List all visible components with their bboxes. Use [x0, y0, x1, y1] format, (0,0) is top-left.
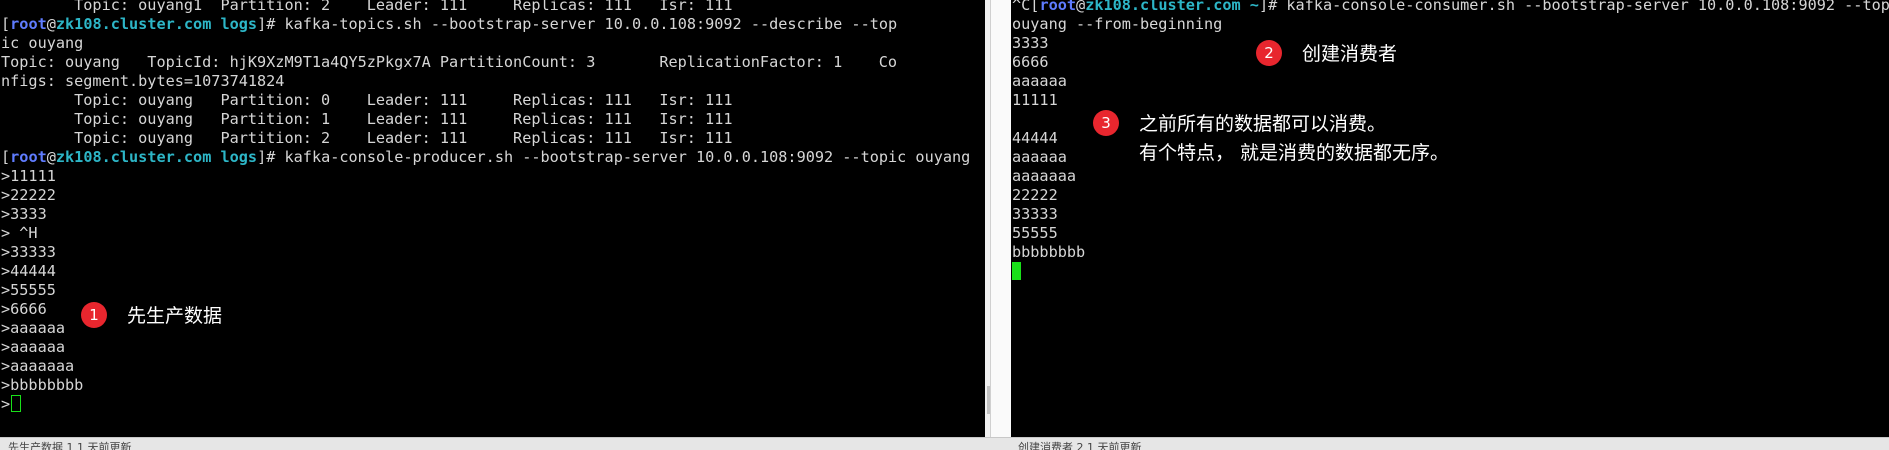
- terminal-line: >44444: [1, 262, 56, 280]
- prompt-dir: ~: [1249, 0, 1259, 14]
- annotation-text: 之前所有的数据都可以消费。 有个特点， 就是消费的数据都无序。: [1139, 110, 1449, 168]
- terminal-line: 6666: [1012, 53, 1049, 71]
- terminal-line: >bbbbbbbb: [1, 376, 84, 394]
- terminal-line: Topic: ouyang Partition: 0 Leader: 111 R…: [1, 91, 733, 109]
- annotation-1: 1 先生产数据: [81, 302, 222, 331]
- terminal-line: 3333: [1012, 34, 1049, 52]
- terminal-line: Topic: ouyang1 Partition: 2 Leader: 111 …: [1, 0, 733, 14]
- terminal-cursor: [11, 395, 22, 412]
- terminal-line: 55555: [1012, 224, 1058, 242]
- annotation-badge: 3: [1093, 110, 1119, 136]
- terminal-line: >33333: [1, 243, 56, 261]
- terminal-line: nfigs: segment.bytes=1073741824: [1, 72, 285, 90]
- terminal-line: Topic: ouyang Partition: 2 Leader: 111 R…: [1, 129, 733, 147]
- terminal-line: bbbbbbbb: [1012, 243, 1086, 261]
- terminal-line: Topic: ouyang TopicId: hjK9XzM9T1a4QY5zP…: [1, 53, 898, 71]
- left-terminal-output: Topic: ouyang1 Partition: 2 Leader: 111 …: [1, 0, 970, 414]
- terminal-line: >55555: [1, 281, 56, 299]
- annotation-badge: 2: [1256, 40, 1282, 66]
- prompt-command: # kafka-console-consumer.sh --bootstrap-…: [1268, 0, 1889, 14]
- terminal-input-line[interactable]: >: [1, 395, 970, 414]
- status-text-right: 创建消费者 2 1 天前更新: [1018, 441, 1142, 450]
- prompt-host: zk108.cluster.com: [55, 15, 212, 33]
- prompt-user: root: [10, 148, 47, 166]
- prompt-host: zk108.cluster.com: [55, 148, 212, 166]
- annotation-badge: 1: [81, 302, 107, 328]
- terminal-line: aaaaaa: [1012, 72, 1067, 90]
- annotation-3: 3 之前所有的数据都可以消费。 有个特点， 就是消费的数据都无序。: [1093, 110, 1449, 168]
- prompt-host: zk108.cluster.com: [1085, 0, 1241, 14]
- terminal-line: >22222: [1, 186, 56, 204]
- prompt-dir: logs: [220, 15, 258, 33]
- prompt-dir: logs: [220, 148, 258, 166]
- terminal-line: ouyang --from-beginning: [1012, 15, 1223, 33]
- terminal-line: >aaaaaa: [1, 338, 66, 356]
- terminal-prompt-line: ^C[root@zk108.cluster.com ~]# kafka-cons…: [1012, 0, 1889, 15]
- terminal-line: 33333: [1012, 205, 1058, 223]
- terminal-cursor: [1012, 262, 1021, 280]
- prompt-command: # kafka-topics.sh --bootstrap-server 10.…: [266, 15, 898, 33]
- terminal-line: 11111: [1012, 91, 1058, 109]
- terminal-line: aaaaaaa: [1012, 167, 1077, 185]
- terminal-line: ic ouyang: [1, 34, 84, 52]
- terminal-prompt-line: [root@zk108.cluster.com logs]# kafka-con…: [1, 148, 971, 166]
- terminal-line: > ^H: [1, 224, 38, 242]
- annotation-text: 先生产数据: [127, 305, 223, 327]
- terminal-line: >3333: [1, 205, 47, 223]
- prompt-user: root: [10, 15, 47, 33]
- terminal-line: 22222: [1012, 186, 1058, 204]
- terminal-prompt-line: [root@zk108.cluster.com logs]# kafka-top…: [1, 15, 898, 33]
- terminal-input-line[interactable]: [1012, 262, 1889, 281]
- annotation-2: 2 创建消费者: [1256, 40, 1397, 69]
- left-terminal-pane[interactable]: Topic: ouyang1 Partition: 2 Leader: 111 …: [0, 0, 985, 437]
- right-scrollbar[interactable]: [990, 0, 1012, 437]
- right-terminal-pane[interactable]: ^C[root@zk108.cluster.com ~]# kafka-cons…: [1011, 0, 1889, 437]
- status-strip: 先生产数据 1 1 天前更新 创建消费者 2 1 天前更新: [0, 437, 1889, 450]
- prompt-user: root: [1039, 0, 1077, 14]
- terminal-line: Topic: ouyang Partition: 1 Leader: 111 R…: [1, 110, 733, 128]
- annotation-line-2: 有个特点， 就是消费的数据都无序。: [1139, 142, 1450, 164]
- screen: Topic: ouyang1 Partition: 2 Leader: 111 …: [0, 0, 1889, 450]
- prompt-command: # kafka-console-producer.sh --bootstrap-…: [266, 148, 971, 166]
- annotation-line-1: 之前所有的数据都可以消费。: [1139, 113, 1387, 135]
- annotation-text: 创建消费者: [1302, 43, 1398, 65]
- input-prompt: >: [1, 395, 11, 413]
- terminal-line: >aaaaaaa: [1, 357, 75, 375]
- status-text-left: 先生产数据 1 1 天前更新: [8, 441, 132, 450]
- terminal-line: >11111: [1, 167, 56, 185]
